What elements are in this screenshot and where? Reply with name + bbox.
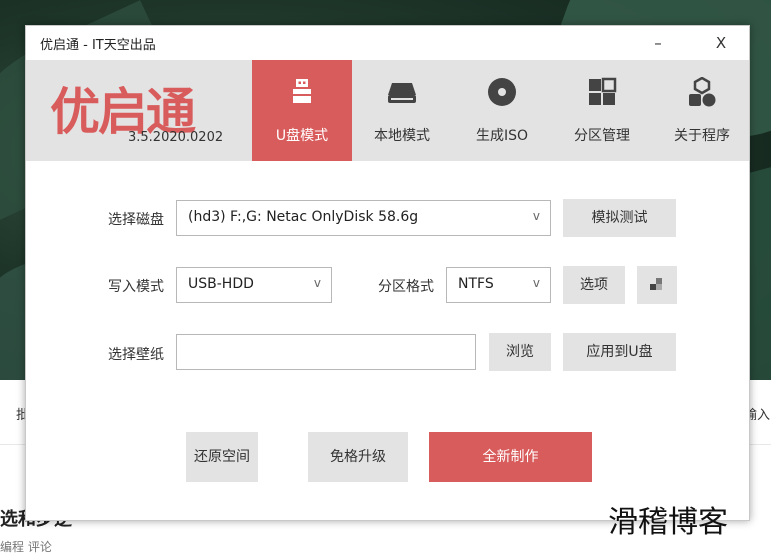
- disk-label: 选择磁盘: [108, 212, 164, 228]
- minimize-button[interactable]: –: [640, 30, 676, 56]
- background-sub: 编程 评论: [0, 540, 52, 554]
- wallpaper-path-input[interactable]: [176, 334, 476, 370]
- tab-local-mode[interactable]: 本地模式: [352, 60, 452, 161]
- upgrade-no-format-button[interactable]: 免格升级: [308, 432, 408, 482]
- chevron-down-icon: v: [532, 276, 540, 290]
- resize-icon: [650, 278, 662, 290]
- window-title: 优启通 - IT天空出品: [40, 38, 156, 53]
- partition-grid-icon: [589, 77, 617, 105]
- disk-select[interactable]: (hd3) F:,G: Netac OnlyDisk 58.6g v: [176, 200, 551, 236]
- tab-create-iso[interactable]: 生成ISO: [452, 60, 552, 161]
- tab-label: 关于程序: [674, 128, 730, 144]
- apply-to-usb-button[interactable]: 应用到U盘: [563, 333, 676, 371]
- tab-usb-mode[interactable]: U盘模式: [252, 60, 352, 161]
- hard-disk-icon: [388, 83, 416, 103]
- tab-label: 生成ISO: [475, 128, 529, 144]
- version-label: 3.5.2020.0202: [128, 130, 224, 145]
- browse-button[interactable]: 浏览: [489, 333, 551, 371]
- simulate-test-button[interactable]: 模拟测试: [563, 199, 676, 237]
- blog-watermark: 滑稽博客: [608, 505, 728, 540]
- usb-drive-icon: [293, 79, 311, 103]
- disk-select-value: (hd3) F:,G: Netac OnlyDisk 58.6g: [188, 209, 419, 225]
- about-shapes-icon: [689, 77, 716, 107]
- app-window: 优启通 - IT天空出品 – X 优启通 3.5.2020.0202 U盘模式: [25, 25, 750, 521]
- partition-format-label: 分区格式: [378, 279, 434, 295]
- header-bar: 优启通 3.5.2020.0202 U盘模式 本地模式 生成ISO 分区管理 关…: [26, 60, 749, 161]
- close-button[interactable]: X: [703, 30, 739, 56]
- title-bar[interactable]: 优启通 - IT天空出品 – X: [26, 26, 749, 60]
- restore-space-button[interactable]: 还原空间: [186, 432, 258, 482]
- chevron-down-icon: v: [313, 276, 321, 290]
- tab-about[interactable]: 关于程序: [652, 60, 752, 161]
- tab-label: 分区管理: [574, 128, 630, 144]
- write-mode-select[interactable]: USB-HDD v: [176, 267, 332, 303]
- write-mode-value: USB-HDD: [188, 276, 254, 292]
- extra-settings-button[interactable]: [637, 266, 677, 304]
- disc-icon: [488, 78, 516, 106]
- wallpaper-label: 选择壁纸: [108, 347, 164, 363]
- tab-label: U盘模式: [275, 128, 329, 144]
- partition-format-value: NTFS: [458, 276, 494, 292]
- tab-label: 本地模式: [374, 128, 430, 144]
- partition-format-select[interactable]: NTFS v: [446, 267, 551, 303]
- tab-partition-manager[interactable]: 分区管理: [552, 60, 652, 161]
- options-button[interactable]: 选项: [563, 266, 625, 304]
- write-mode-label: 写入模式: [108, 279, 164, 295]
- chevron-down-icon: v: [532, 209, 540, 223]
- new-create-button[interactable]: 全新制作: [429, 432, 592, 482]
